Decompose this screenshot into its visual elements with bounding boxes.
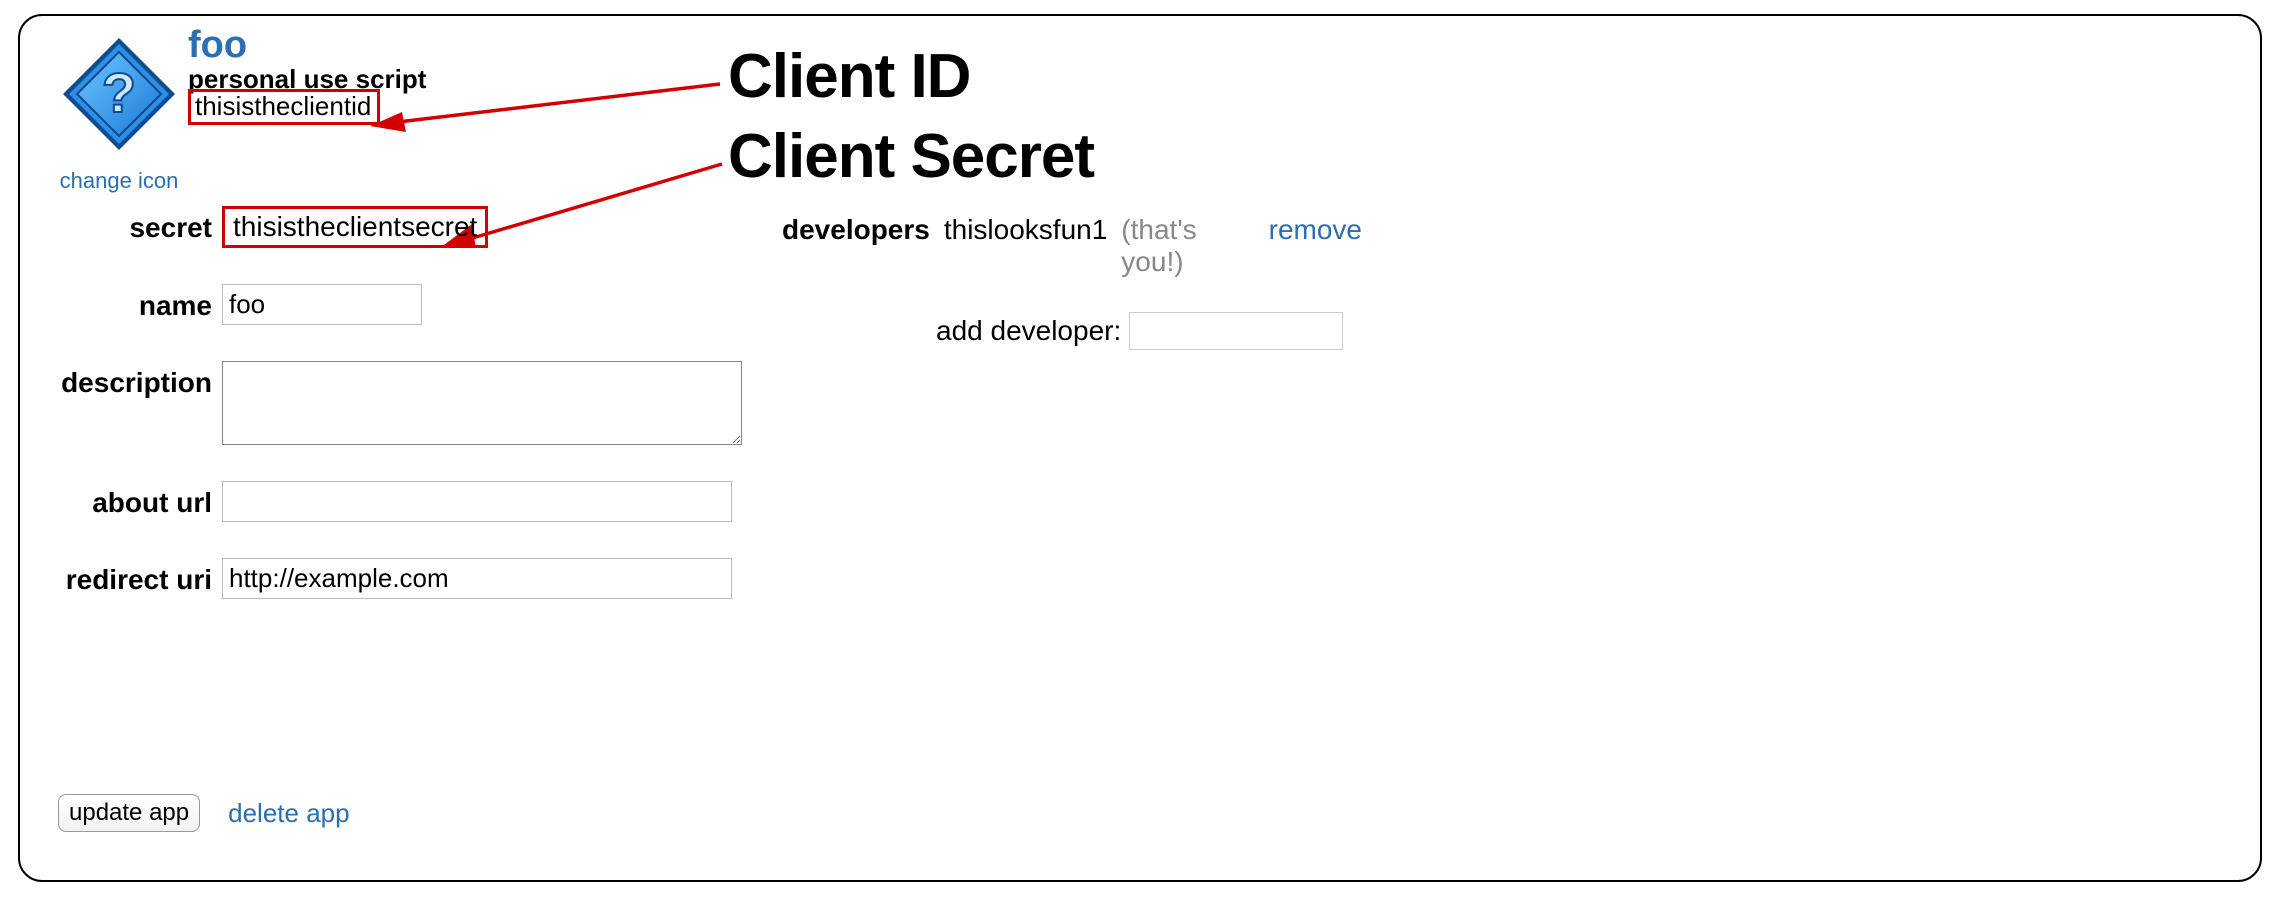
svg-text:?: ? [102,61,136,124]
add-developer-label: add developer: [936,315,1121,347]
redirect-uri-label: redirect uri [58,558,222,596]
secret-label: secret [58,206,222,244]
client-secret-value: thisistheclientsecret [222,206,488,248]
name-input[interactable] [222,284,422,325]
delete-app-link[interactable]: delete app [228,798,349,829]
app-settings-panel: ? change icon foo personal use script th… [18,14,2262,882]
description-textarea[interactable] [222,361,742,445]
name-label: name [58,284,222,322]
developers-block: developers thislooksfun1 (that's you!) r… [782,214,1362,350]
redirect-uri-input[interactable] [222,558,732,599]
remove-developer-link[interactable]: remove [1269,214,1362,246]
app-title: foo [188,26,426,64]
client-id-value: thisistheclientid [188,89,380,125]
about-url-label: about url [58,481,222,519]
annotation-client-secret: Client Secret [728,126,1094,188]
developer-username: thislooksfun1 [944,214,1107,246]
thats-you-label: (that's you!) [1121,214,1254,278]
description-label: description [58,361,222,399]
icon-block: ? change icon [54,34,184,195]
add-developer-input[interactable] [1129,312,1343,350]
app-form: secret thisistheclientsecret name descri… [58,206,758,599]
app-header-text: foo personal use script thisistheclienti… [188,26,426,125]
annotation-client-id: Client ID [728,46,970,108]
update-app-button[interactable]: update app [58,794,200,832]
app-question-icon: ? [59,34,179,154]
about-url-input[interactable] [222,481,732,522]
developers-heading: developers [782,214,930,246]
form-actions: update app delete app [58,794,350,832]
change-icon-link[interactable]: change icon [60,168,179,194]
